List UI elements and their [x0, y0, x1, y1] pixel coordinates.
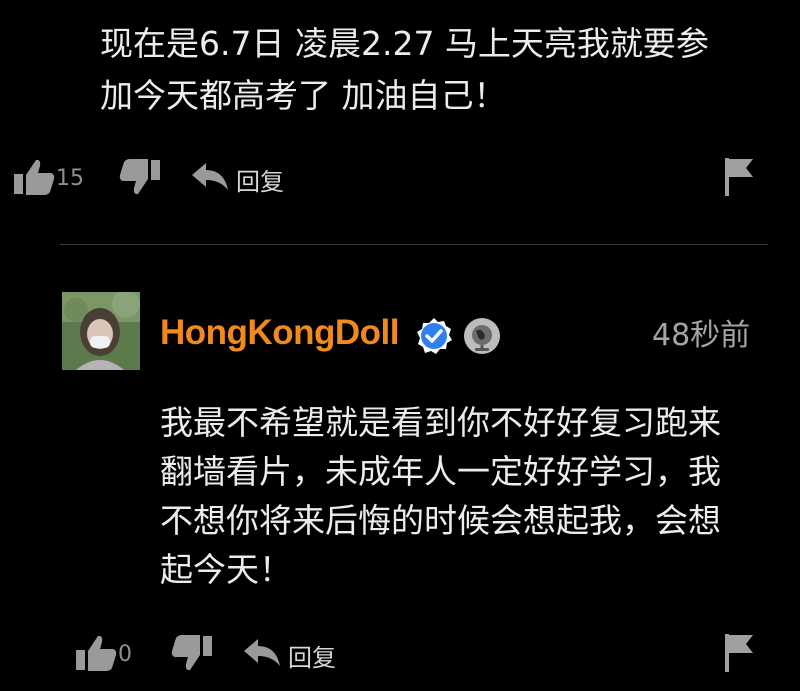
reply-arrow-icon[interactable] — [242, 638, 282, 668]
reply-comment-text: 我最不希望就是看到你不好好复习跑来 翻墙看片，未成年人一定好好学习，我 不想你将… — [160, 403, 721, 589]
reply-comment-actions: 0 回复 — [0, 628, 800, 678]
avatar[interactable] — [62, 292, 140, 370]
username[interactable]: HongKongDoll — [160, 313, 399, 353]
reply-reply-button[interactable]: 回复 — [288, 638, 336, 673]
comment-divider — [60, 244, 768, 245]
reply-arrow-icon[interactable] — [190, 162, 230, 192]
top-reply-button[interactable]: 回复 — [236, 162, 284, 197]
flag-icon[interactable] — [722, 632, 756, 674]
top-comment-actions: 15 回复 — [0, 152, 800, 202]
thumbs-up-icon[interactable] — [12, 156, 56, 198]
timestamp: 48秒前 — [652, 318, 751, 353]
reply-like-count: 0 — [118, 642, 132, 667]
thumbs-down-icon[interactable] — [118, 158, 162, 198]
globe-icon — [463, 317, 501, 355]
thumbs-down-icon[interactable] — [170, 634, 214, 674]
verified-badge-icon — [415, 317, 453, 355]
thumbs-up-icon[interactable] — [74, 632, 118, 674]
top-like-count: 15 — [56, 166, 84, 191]
flag-icon[interactable] — [722, 156, 756, 198]
top-comment-text: 现在是6.7日 凌晨2.27 马上天亮我就要参 加今天都高考了 加油自己！ — [100, 24, 709, 115]
